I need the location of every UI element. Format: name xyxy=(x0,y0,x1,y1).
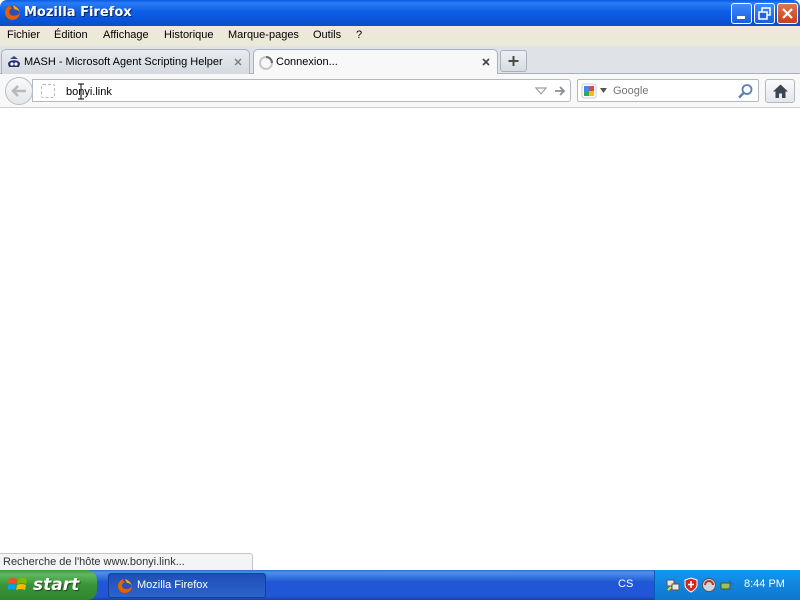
close-window-button[interactable] xyxy=(777,3,798,24)
search-bar[interactable] xyxy=(577,79,759,102)
clock[interactable]: 8:44 PM xyxy=(744,578,785,590)
back-arrow-icon xyxy=(11,85,26,97)
google-icon[interactable] xyxy=(581,83,597,99)
tab-label: MASH - Microsoft Agent Scripting Helper xyxy=(24,56,223,68)
minimize-button[interactable] xyxy=(731,3,752,24)
search-input[interactable] xyxy=(613,84,733,98)
tab-mash[interactable]: MASH - Microsoft Agent Scripting Helper xyxy=(1,49,250,75)
page-content[interactable] xyxy=(0,108,800,570)
menu-bar: Fichier Édition Affichage Historique Mar… xyxy=(0,26,800,46)
menu-marque-pages[interactable]: Marque-pages xyxy=(228,29,299,41)
tab-strip: MASH - Microsoft Agent Scripting Helper … xyxy=(0,46,800,76)
menu-help[interactable]: ? xyxy=(356,29,362,41)
minimize-icon xyxy=(737,16,745,19)
restore-icon xyxy=(758,7,771,20)
menu-fichier[interactable]: Fichier xyxy=(7,29,40,41)
security-shield-icon[interactable] xyxy=(683,577,699,593)
menu-affichage[interactable]: Affichage xyxy=(103,29,149,41)
go-arrow-icon[interactable] xyxy=(553,84,567,98)
firefox-icon xyxy=(118,579,132,593)
system-tray: 8:44 PM xyxy=(654,570,800,600)
taskbar-item-firefox[interactable]: Mozilla Firefox xyxy=(108,573,266,598)
taskbar-item-label: Mozilla Firefox xyxy=(137,579,208,591)
menu-historique[interactable]: Historique xyxy=(164,29,214,41)
network-icon[interactable] xyxy=(665,577,681,593)
window-titlebar[interactable]: Mozilla Firefox xyxy=(0,0,800,26)
close-tab-icon[interactable] xyxy=(232,56,244,68)
taskbar: start Mozilla Firefox CS 8:44 PM xyxy=(0,570,800,600)
text-cursor-icon xyxy=(78,83,84,100)
close-tab-icon[interactable] xyxy=(480,56,492,68)
home-icon xyxy=(773,84,788,98)
mash-agent-icon xyxy=(8,56,20,67)
new-tab-button[interactable] xyxy=(500,50,527,72)
menu-edition[interactable]: Édition xyxy=(54,29,88,41)
url-bar[interactable] xyxy=(32,79,571,102)
search-icon[interactable] xyxy=(737,83,754,100)
url-input[interactable] xyxy=(66,84,506,99)
window-title: Mozilla Firefox xyxy=(24,5,132,20)
safely-remove-hardware-icon[interactable] xyxy=(719,577,735,593)
close-icon xyxy=(782,8,793,19)
dropdown-arrow-icon[interactable] xyxy=(535,86,547,96)
tab-label: Connexion... xyxy=(276,56,338,68)
antivirus-icon[interactable] xyxy=(701,577,717,593)
plus-icon xyxy=(508,56,519,66)
navigation-toolbar xyxy=(0,74,800,108)
site-identity-icon[interactable] xyxy=(41,84,55,98)
status-panel: Recherche de l'hôte www.bonyi.link... xyxy=(0,553,253,570)
firefox-icon xyxy=(5,5,20,20)
menu-outils[interactable]: Outils xyxy=(313,29,341,41)
language-indicator[interactable]: CS xyxy=(618,578,633,590)
loading-spinner-icon xyxy=(259,56,273,70)
status-text: Recherche de l'hôte www.bonyi.link... xyxy=(3,556,185,568)
home-button[interactable] xyxy=(765,79,795,103)
back-button[interactable] xyxy=(5,77,33,105)
tab-connexion[interactable]: Connexion... xyxy=(253,49,498,76)
start-button[interactable]: start xyxy=(0,570,97,600)
restore-button[interactable] xyxy=(754,3,775,24)
chevron-down-icon[interactable] xyxy=(600,88,607,93)
start-label: start xyxy=(33,575,80,595)
windows-logo-icon xyxy=(8,578,27,590)
